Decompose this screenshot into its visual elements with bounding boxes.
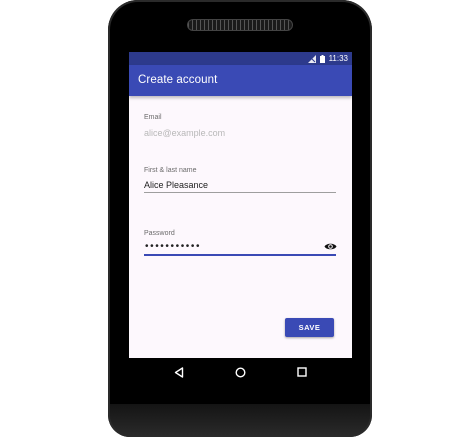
eye-icon[interactable]: [323, 241, 337, 251]
app-bar: Create account: [129, 65, 352, 96]
status-time: 11:33: [328, 54, 348, 63]
navigation-bar: [129, 358, 352, 386]
email-label: Email: [144, 114, 162, 121]
phone-chin: [110, 404, 370, 437]
name-label: First & last name: [144, 167, 197, 174]
back-icon[interactable]: [173, 366, 185, 378]
status-bar: 11:33: [129, 52, 352, 65]
page-title: Create account: [138, 74, 218, 86]
email-field[interactable]: [144, 126, 336, 139]
password-label: Password: [144, 230, 175, 237]
password-field-underline: [144, 254, 336, 256]
battery-icon: [319, 54, 325, 63]
speaker-grille: [187, 19, 293, 31]
device-screen: 11:33 Create account Email First & last …: [129, 52, 352, 358]
name-field-underline: [144, 192, 336, 193]
recents-icon[interactable]: [296, 366, 308, 378]
name-field[interactable]: Alice Pleasance: [144, 179, 336, 192]
signal-off-icon: [307, 54, 316, 63]
save-button[interactable]: SAVE: [285, 318, 334, 337]
password-field[interactable]: •••••••••••: [145, 242, 201, 252]
home-icon[interactable]: [234, 366, 246, 378]
